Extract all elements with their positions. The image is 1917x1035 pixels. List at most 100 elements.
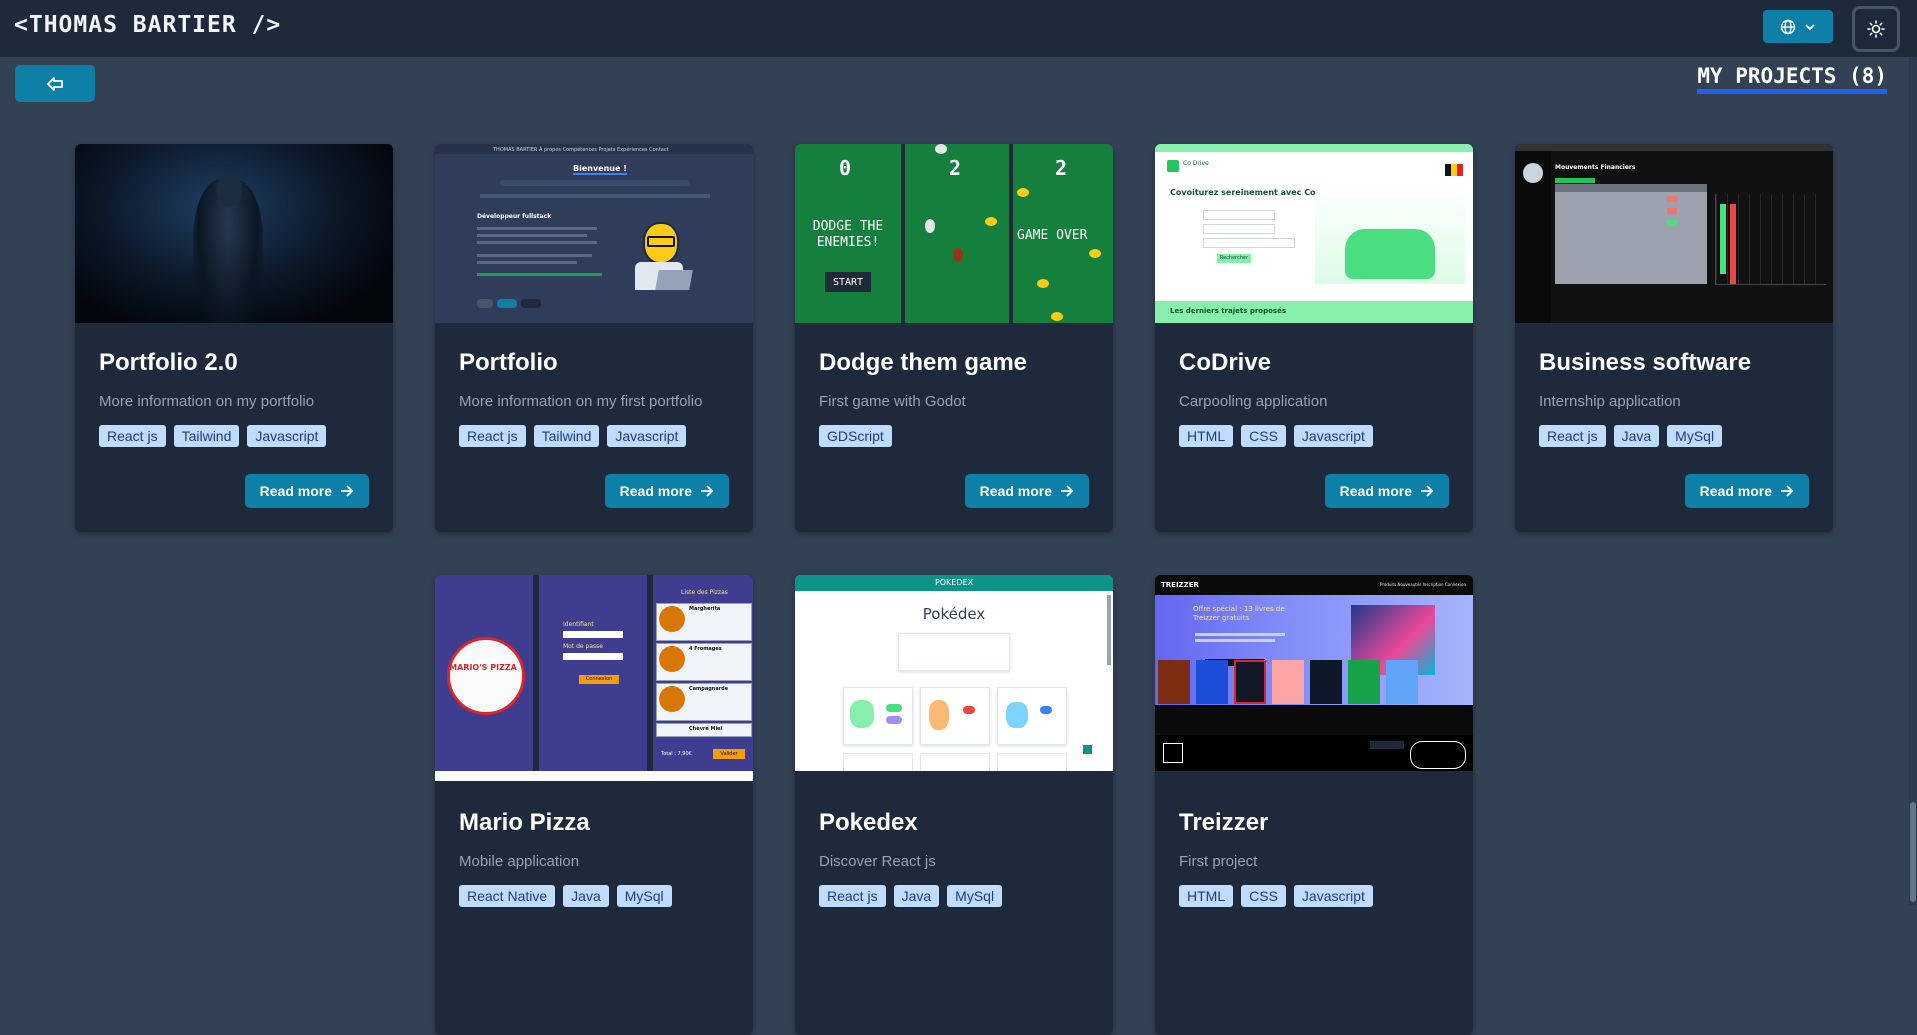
- phone-navbar: [435, 771, 753, 781]
- project-thumbnail: TREIZZER Produits Nouveautés Inscription…: [1155, 575, 1473, 771]
- tag: MySql: [947, 885, 1003, 907]
- thumb-line: [477, 261, 577, 264]
- social-icons: [1370, 741, 1404, 749]
- book-thumb: [1196, 660, 1228, 704]
- top-navbar: <THOMAS BARTIER />: [0, 0, 1917, 57]
- thumb-sidebar: [1515, 151, 1551, 323]
- thumb-scrollbar: [1107, 595, 1111, 665]
- game-over-text: GAME OVER: [1017, 228, 1088, 243]
- language-selector-button[interactable]: [1763, 10, 1833, 43]
- project-thumbnail: POKEDEX Pokédex: [795, 575, 1113, 771]
- thumb-topbar: POKEDEX: [795, 575, 1113, 591]
- sun-icon: [1867, 20, 1885, 38]
- back-arrow-icon: [47, 76, 63, 91]
- pokemon-card: [843, 687, 913, 745]
- thumb-avatar: [1523, 163, 1543, 183]
- project-description: More information on my first portfolio: [459, 393, 703, 410]
- page-scrollbar-thumb[interactable]: [1910, 802, 1916, 902]
- thumb-line: [1195, 633, 1285, 636]
- thumb-line: [477, 273, 602, 276]
- thumb-line: [480, 194, 710, 198]
- pizza-total: Total : 7,90€: [661, 751, 692, 757]
- tag: CSS: [1241, 425, 1286, 447]
- thumb-line: [477, 227, 597, 230]
- pokemon-card: [920, 687, 990, 745]
- globe-icon: [1780, 19, 1796, 34]
- chevron-down-icon: [1805, 23, 1815, 30]
- project-tags: GDScript: [819, 425, 1089, 447]
- thumb-footer: Les derniers trajets proposés: [1170, 307, 1286, 315]
- pizza-name: Campagnarde: [689, 686, 729, 692]
- pizza-name: 4 Fromages: [689, 646, 722, 652]
- project-tags: HTML CSS Javascript: [1179, 885, 1449, 907]
- type-badge: [886, 704, 902, 712]
- thumb-table: [1555, 184, 1707, 284]
- thumb-line: [477, 241, 597, 244]
- project-tags: React js Java MySql: [819, 885, 1089, 907]
- pizza-item: Chèvre Miel: [656, 723, 752, 737]
- book-thumb: [1348, 660, 1380, 704]
- type-badge: [963, 706, 975, 714]
- read-more-button[interactable]: Read more: [1324, 474, 1449, 508]
- thumb-pill: [521, 299, 541, 308]
- tag: MySql: [1667, 425, 1723, 447]
- project-title: Mario Pizza: [459, 809, 590, 836]
- thumb-nav-text: THOMAS BARTIER À propos Compétences Proj…: [493, 147, 669, 153]
- page-scrollbar-track[interactable]: [1909, 57, 1917, 905]
- project-card-codrive: Co Drive Covoiturez sereinement avec CoD…: [1155, 144, 1473, 532]
- pizza-image: [659, 646, 685, 672]
- project-thumbnail: [75, 144, 393, 323]
- tag: GDScript: [819, 425, 892, 447]
- read-more-button[interactable]: Read more: [604, 474, 729, 508]
- validate-button: Valider: [713, 749, 745, 759]
- pokemon-sprite: [1006, 702, 1028, 728]
- project-title: Portfolio: [459, 349, 558, 376]
- tag: MySql: [616, 885, 672, 907]
- thumb-heading: Bienvenue !: [573, 164, 627, 175]
- tag: HTML: [1179, 425, 1234, 447]
- thumb-line: [477, 254, 592, 257]
- read-more-button[interactable]: Read more: [244, 474, 369, 508]
- tag: Javascript: [1293, 425, 1373, 447]
- thumb-avatar-glasses: [647, 236, 675, 247]
- thumb-cell: [1667, 220, 1677, 226]
- thumb-bar: [1720, 204, 1726, 274]
- project-card-portfolio-2: Portfolio 2.0 More information on my por…: [75, 144, 393, 532]
- tag: React js: [1539, 425, 1606, 447]
- project-description: Internship application: [1539, 393, 1681, 410]
- thumb-add-button: [1555, 178, 1595, 183]
- connect-button: Connexion: [579, 675, 619, 684]
- thumb-bar: [1730, 204, 1736, 284]
- brand-logo[interactable]: <THOMAS BARTIER />: [14, 12, 281, 38]
- project-title: CoDrive: [1179, 349, 1272, 376]
- project-thumbnail: 0 DODGE THE ENEMIES! START 2 2 GAME OVER: [795, 144, 1113, 323]
- pokemon-card: [843, 753, 913, 771]
- tag: React Native: [459, 885, 556, 907]
- game-enemy: [1051, 312, 1063, 321]
- pizza-name: Chèvre Miel: [689, 726, 723, 732]
- tag: Javascript: [607, 425, 687, 447]
- arrow-right-icon: [1421, 485, 1434, 497]
- thumb-pill: [497, 299, 517, 308]
- theme-toggle-button[interactable]: [1852, 6, 1900, 52]
- book-thumb: [1310, 660, 1342, 704]
- back-button[interactable]: [15, 65, 95, 102]
- book-thumb: [1386, 660, 1418, 704]
- tag: React js: [819, 885, 886, 907]
- thumb-heading: Pokédex: [922, 605, 986, 623]
- project-description: First project: [1179, 853, 1258, 870]
- read-more-label: Read more: [979, 483, 1052, 499]
- login-label: Identifiant: [563, 621, 594, 628]
- read-more-button[interactable]: Read more: [964, 474, 1089, 508]
- thumb-cta: Rechercher: [1217, 254, 1251, 263]
- project-tags: React js Java MySql: [1539, 425, 1809, 447]
- thumb-line: [477, 234, 587, 237]
- game-score: 0: [839, 156, 852, 180]
- thumb-subheading: Développeur fullstack: [477, 213, 552, 220]
- tag: HTML: [1179, 885, 1234, 907]
- password-label: Mot de passe: [563, 643, 603, 650]
- tag: Java: [563, 885, 609, 907]
- thumb-car: [1345, 229, 1435, 279]
- project-description: Mobile application: [459, 853, 580, 870]
- read-more-button[interactable]: Read more: [1684, 474, 1809, 508]
